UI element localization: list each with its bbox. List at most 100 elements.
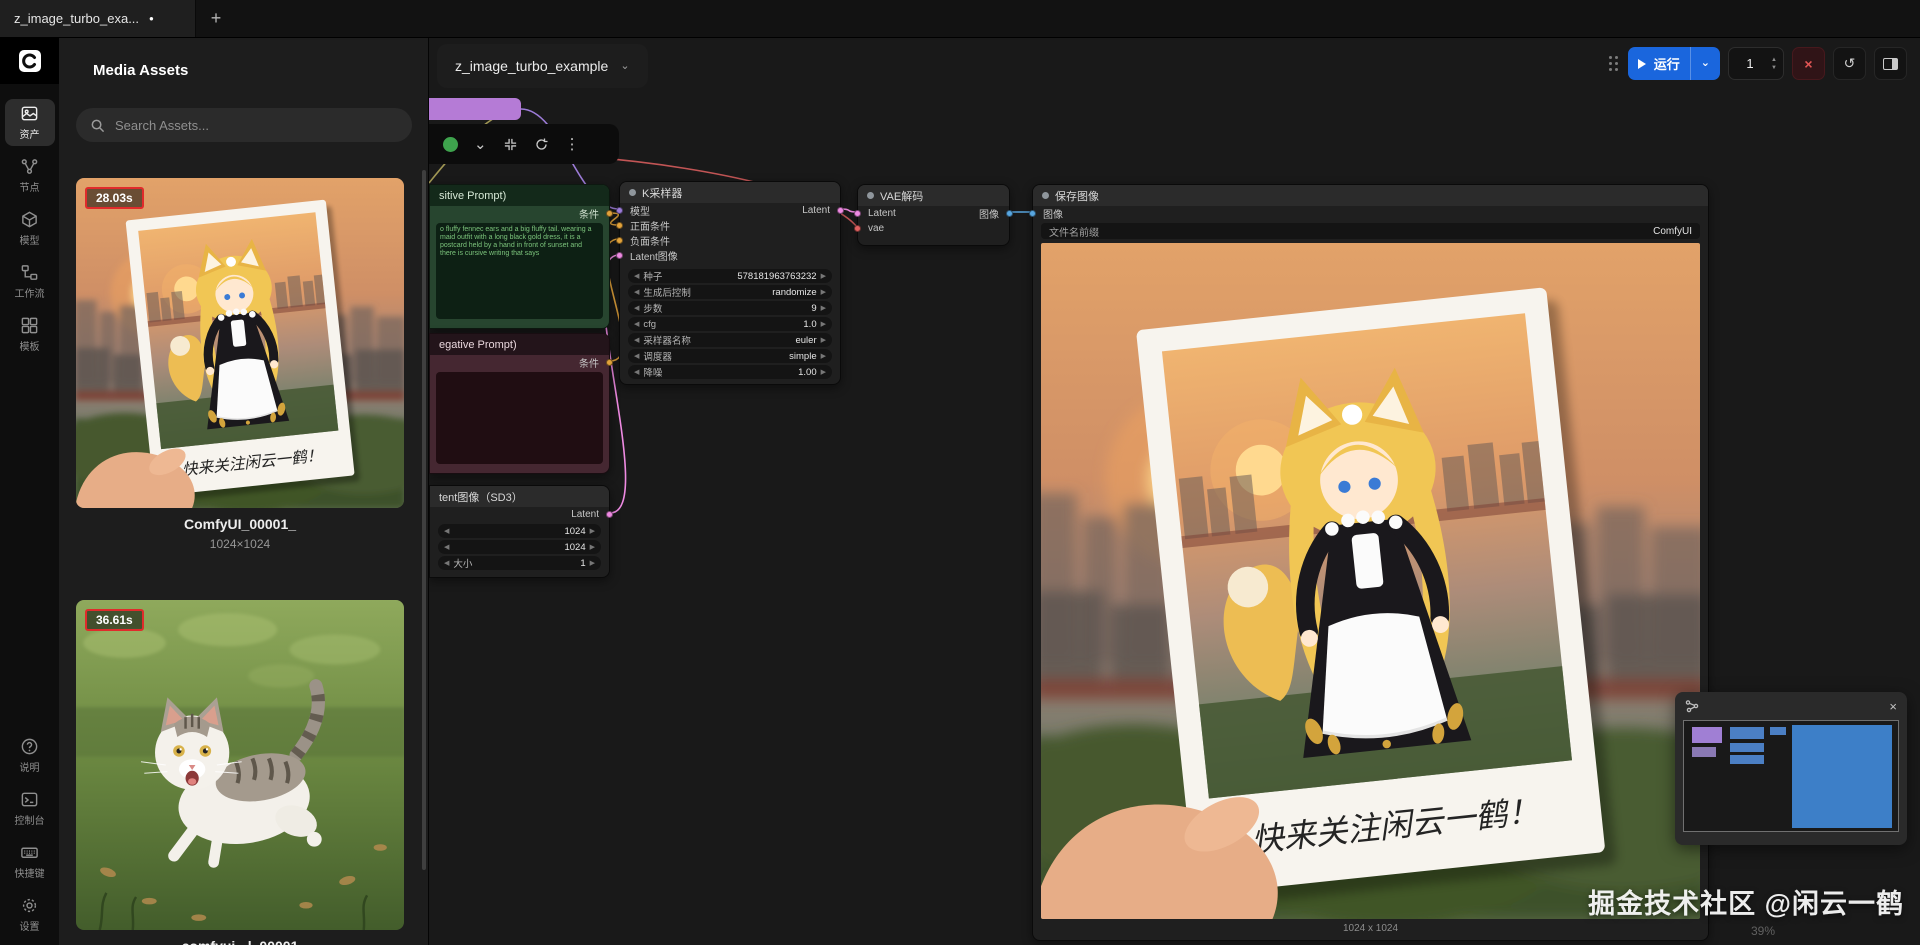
latent-output-port[interactable] [606,511,613,518]
decrement-icon[interactable]: ◀ [634,273,639,280]
image-output-port[interactable] [1006,210,1013,217]
asset-card[interactable]: 36.61s comfyui-_l_00001 [76,600,404,945]
node-header[interactable]: 保存图像 [1033,185,1708,206]
sidebar-item-models[interactable]: 模型 [5,205,55,252]
sidebar-item-help[interactable]: 说明 [5,732,55,779]
increment-icon[interactable]: ▶ [821,353,826,360]
decrement-icon[interactable]: ◀ [634,369,639,376]
increment-icon[interactable]: ▶ [821,321,826,328]
workflow-selector[interactable]: z_image_turbo_example ⌄ [437,44,648,88]
history-button[interactable]: ↺ [1833,47,1866,80]
minimap-options-icon[interactable] [1685,699,1699,713]
toggle-panel-button[interactable] [1874,47,1907,80]
collapse-icon[interactable] [503,137,518,152]
vae-input-port[interactable] [854,225,861,232]
asset-thumbnail[interactable]: 28.03s [76,178,404,508]
node-collapse-dot[interactable] [867,192,874,199]
run-button[interactable]: 运行 ⌄ [1627,47,1720,80]
node-save-image[interactable]: 保存图像 图像 文件名前缀 ComfyUI 1024 x 1024 [1029,184,1709,941]
widget-denoise[interactable]: ◀ 降噪 1.00 ▶ [628,365,832,379]
widget-cfg[interactable]: ◀ cfg 1.0 ▶ [628,317,832,331]
widget-width[interactable]: ◀ 1024 ▶ [438,524,601,538]
node-loader-partial[interactable] [429,98,521,120]
widget-steps[interactable]: ◀ 步数 9 ▶ [628,301,832,315]
sidebar-item-templates[interactable]: 模板 [5,311,55,358]
latent-input-port[interactable] [616,252,623,259]
node-header[interactable]: egative Prompt) [430,334,609,355]
prompt-textarea[interactable] [436,372,603,464]
conditioning-output-port[interactable] [606,359,613,366]
node-vae-decode[interactable]: VAE解码 Latent 图像 vae [854,184,1013,246]
negative-input-port[interactable] [616,237,623,244]
node-collapse-dot[interactable] [629,189,636,196]
panel-scrollbar[interactable] [422,170,426,870]
sidebar-item-workflows[interactable]: 工作流 [5,258,55,305]
decrement-icon[interactable]: ◀ [634,353,639,360]
cancel-run-button[interactable]: × [1792,47,1825,80]
minimap-close-icon[interactable]: × [1889,699,1897,714]
chevron-down-icon[interactable]: ⌄ [474,137,487,152]
node-header[interactable]: sitive Prompt) [430,185,609,206]
batch-count-input[interactable]: 1 ▲ ▼ [1728,47,1784,80]
sidebar-item-settings[interactable]: 设置 [5,891,55,938]
node-positive-prompt[interactable]: sitive Prompt) 条件 o fluffy fennec ears a… [429,184,613,329]
decrement-icon[interactable]: ◀ [444,560,449,567]
asset-search-box[interactable] [76,108,412,142]
node-negative-prompt[interactable]: egative Prompt) 条件 [429,333,613,474]
node-empty-latent[interactable]: tent图像（SD3） Latent ◀ 1024 ▶ ◀ 1024 ▶ ◀ 大… [429,485,613,578]
widget-filename-prefix[interactable]: 文件名前缀 ComfyUI [1041,223,1700,239]
node-header[interactable]: tent图像（SD3） [430,486,609,507]
widget-sampler-name[interactable]: ◀ 采样器名称 euler ▶ [628,333,832,347]
decrement-icon[interactable]: ◀ [444,544,449,551]
asset-card[interactable]: 28.03s ComfyUI_00001_ 1024×1024 [76,178,404,551]
widget-control-after-generate[interactable]: ◀ 生成后控制 randomize ▶ [628,285,832,299]
minimap-panel[interactable]: × [1675,692,1907,845]
decrement-icon[interactable]: ◀ [634,321,639,328]
increment-icon[interactable]: ▶ [821,305,826,312]
increment-icon[interactable]: ▶ [590,560,595,567]
increment-icon[interactable]: ▶ [821,337,826,344]
refresh-icon[interactable] [534,137,549,152]
decrement-icon[interactable]: ◀ [444,528,449,535]
more-options-kebab-icon[interactable]: ⋮ [565,137,580,152]
sidebar-item-console[interactable]: 控制台 [5,785,55,832]
caret-up-icon[interactable]: ▲ [1771,57,1777,63]
conditioning-output-port[interactable] [606,210,613,217]
increment-icon[interactable]: ▶ [821,289,826,296]
node-header[interactable]: VAE解码 [858,185,1009,206]
run-options-chevron-icon[interactable]: ⌄ [1701,58,1710,69]
latent-input-port[interactable] [854,210,861,217]
widget-batch-size[interactable]: ◀ 大小 1 ▶ [438,556,601,570]
latent-output-port[interactable] [837,207,844,214]
sidebar-item-shortcuts[interactable]: 快捷键 [5,838,55,885]
node-status-dot[interactable] [443,136,458,152]
minimap-viewport[interactable] [1683,720,1899,832]
toolbar-drag-handle[interactable] [1608,56,1618,71]
node-ksampler[interactable]: K采样器 模型 Latent 正面条件 负面条件 Latent图像 ◀ 种子 5… [616,181,844,385]
node-collapse-dot[interactable] [1042,192,1049,199]
new-tab-button[interactable]: + [196,0,236,37]
widget-height[interactable]: ◀ 1024 ▶ [438,540,601,554]
widget-seed[interactable]: ◀ 种子 578181963763232 ▶ [628,269,832,283]
settings-gear-icon [22,898,37,913]
widget-scheduler[interactable]: ◀ 调度器 simple ▶ [628,349,832,363]
workflow-tab[interactable]: z_image_turbo_exa... ● [0,0,196,37]
sidebar-item-assets[interactable]: 资产 [4,99,55,146]
increment-icon[interactable]: ▶ [590,528,595,535]
node-header[interactable]: K采样器 [620,182,840,203]
increment-icon[interactable]: ▶ [821,273,826,280]
graph-canvas[interactable]: ⌄ ⋮ sitive Prompt) 条件 o fluffy fennec ea… [429,38,1920,945]
decrement-icon[interactable]: ◀ [634,289,639,296]
increment-icon[interactable]: ▶ [821,369,826,376]
image-input-port[interactable] [1029,210,1036,217]
search-input[interactable] [115,117,398,133]
model-input-port[interactable] [616,207,623,214]
positive-input-port[interactable] [616,222,623,229]
increment-icon[interactable]: ▶ [590,544,595,551]
decrement-icon[interactable]: ◀ [634,305,639,312]
sidebar-item-nodes[interactable]: 节点 [5,152,55,199]
caret-down-icon[interactable]: ▼ [1771,65,1777,71]
prompt-textarea[interactable]: o fluffy fennec ears and a big fluffy ta… [436,223,603,319]
decrement-icon[interactable]: ◀ [634,337,639,344]
asset-thumbnail[interactable]: 36.61s [76,600,404,930]
